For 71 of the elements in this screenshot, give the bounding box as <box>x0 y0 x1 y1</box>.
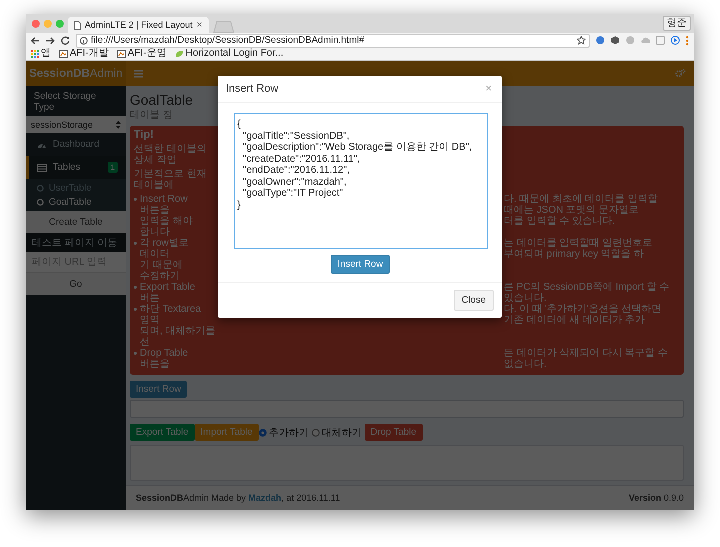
menu-icon[interactable] <box>686 36 689 46</box>
insert-row-button[interactable]: Insert Row <box>330 255 390 274</box>
radio-icon[interactable] <box>312 428 320 436</box>
forward-icon[interactable] <box>46 36 55 44</box>
bookmark[interactable]: 앱 <box>31 48 51 60</box>
footer-credit: SessionDBAdmin Made by Mazdah, at 2016.11.11 <box>136 493 340 503</box>
json-textarea[interactable]: { "goalTitle":"SessionDB", "goalDescription":"Web Storage를 이용한 간이 DB", "createDate":"2016.11.11", "endDate":"2016.11.12", "goalOwner":"mazdah", "goalType":"IT Project" } <box>234 113 488 249</box>
section-label: 테스트 페이지 이동 <box>26 233 126 252</box>
dropdown-arrows-icon <box>116 120 121 128</box>
tab-title: AdminLTE 2 | Fixed Layout <box>85 20 193 30</box>
bullet-icon <box>134 242 137 245</box>
app-logo[interactable]: SessionDBAdmin <box>26 61 126 86</box>
tip-title: Tip! <box>134 130 154 141</box>
tip-text: 선택한 테이블의 상세 작업 <box>134 144 208 166</box>
bullet-icon <box>134 352 137 355</box>
tip-text: Insert Row 버튼을 <box>140 194 189 216</box>
close-button[interactable]: Close <box>454 290 494 311</box>
back-icon[interactable] <box>31 36 40 44</box>
bookmark[interactable]: AFI-개발 <box>59 48 109 60</box>
go-button[interactable]: Go <box>26 273 126 295</box>
tip-text: 터를 입력할 수 있습니다. <box>504 216 616 229</box>
bookmark[interactable]: AFI-운영 <box>116 48 167 60</box>
star-icon[interactable] <box>577 36 586 45</box>
tip-text: 든 데이터가 삭제되어 다시 복구할 수 없습니다. <box>504 348 669 370</box>
page-title: GoalTable <box>130 92 194 108</box>
table-icon <box>37 164 47 172</box>
tip-text: Drop Table 버튼을 <box>140 348 190 370</box>
radio-option[interactable]: 추가하기 <box>258 426 309 440</box>
tip-text: 기본적으로 현재 테이블에 <box>134 169 208 191</box>
tip-text: Export Table 버튼 <box>140 282 196 304</box>
version-text: Version 0.9.0 <box>628 493 684 503</box>
tip-text: 각 row별로 데이터 <box>140 238 190 260</box>
leaf-icon <box>174 50 184 58</box>
reload-icon[interactable] <box>61 36 70 45</box>
document-icon <box>74 20 81 30</box>
action-button[interactable]: Drop Table <box>364 424 423 441</box>
storage-select[interactable]: sessionStorage <box>26 116 126 133</box>
menu-icon[interactable] <box>134 70 143 78</box>
action-button[interactable]: Import Table <box>194 424 259 441</box>
bullet-icon <box>134 198 137 201</box>
modal-title: Insert Row <box>226 83 279 95</box>
tip-text: 다. 때문에 최초에 데이터를 입력할 때에는 JSON 포맷의 문자열로 <box>504 194 659 216</box>
radio-option[interactable]: 대체하기 <box>312 426 362 440</box>
bookmark[interactable]: Horizontal Login For... <box>174 48 284 60</box>
sidebar-subitem[interactable]: GoalTable <box>26 195 126 209</box>
close-button[interactable]: × <box>486 83 492 95</box>
address-bar[interactable]: file:///Users/mazdah/Desktop/SessionDB/SessionDBAdmin.html# <box>76 34 590 48</box>
close-tab-button[interactable]: × <box>196 20 203 30</box>
action-button[interactable]: Export Table <box>130 424 195 441</box>
new-tab-button[interactable] <box>212 21 235 33</box>
create-table-button[interactable]: Create Table <box>26 211 126 233</box>
bullet-icon <box>134 286 137 289</box>
profile-button[interactable]: 형준 <box>663 16 691 31</box>
tip-text: 다. 이 때 '추가하기'옵션을 선택하면 기존 데이터에 새 데이터가 추가 <box>504 304 663 326</box>
tip-text: 른 PC의 SessionDB쪽에 Import 할 수 있습니다. <box>504 282 671 304</box>
radio-icon[interactable] <box>258 428 267 436</box>
insert-row-button[interactable]: Insert Row <box>130 381 188 398</box>
tip-text: 하단 Textarea 영역 <box>140 304 202 326</box>
browser-tab[interactable]: AdminLTE 2 | Fixed Layout × <box>68 17 209 33</box>
circle-icon <box>37 184 44 192</box>
tip-text: 입력을 해야 합니다 <box>140 216 194 238</box>
apps-icon <box>31 50 39 58</box>
tip-text: 기 때문에 수정하기 <box>140 260 184 282</box>
info-icon <box>80 36 88 44</box>
circle-icon <box>37 198 44 206</box>
extension-icon[interactable] <box>671 36 680 45</box>
tip-text: 되며, 대체하기를 선 <box>140 326 217 348</box>
author-link[interactable]: Mazdah <box>248 493 282 503</box>
section-label: Select Storage Type <box>33 90 98 115</box>
bullet-icon <box>134 308 137 311</box>
tip-text: 는 데이터를 입력할때 일련번호로 부여되며 primary key 역할을 하 <box>504 238 654 260</box>
